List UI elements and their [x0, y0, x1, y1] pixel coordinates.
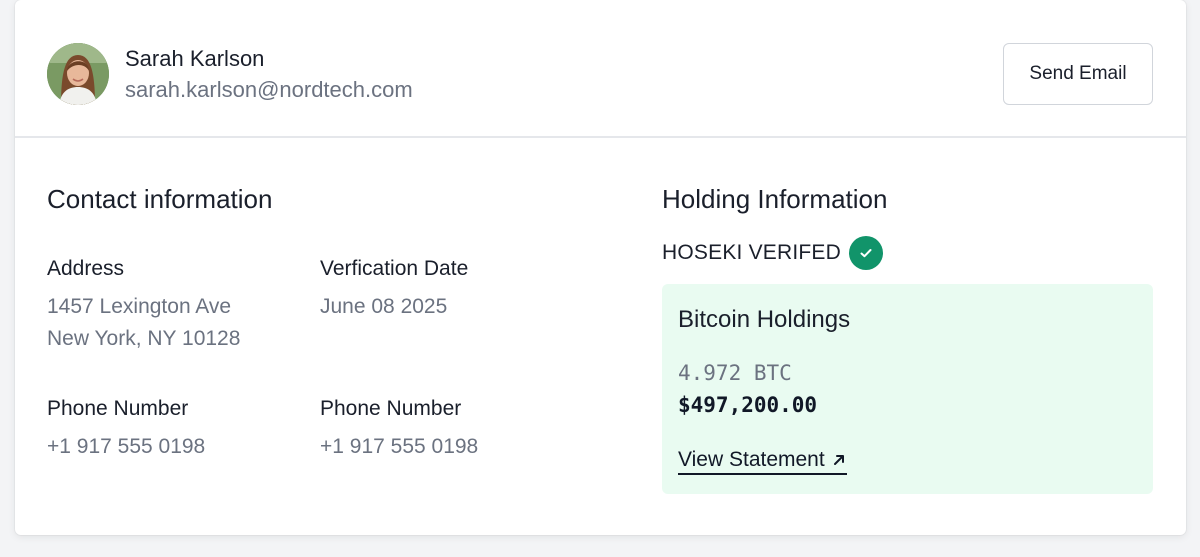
- verification-date-value: June 08 2025: [320, 295, 448, 318]
- verified-label: HOSEKI VERIFED: [662, 241, 842, 264]
- bitcoin-holdings-panel: Bitcoin Holdings 4.972 BTC $497,200.00 V…: [662, 284, 1153, 494]
- check-circle-icon: [849, 236, 884, 270]
- usd-amount: $497,200.00: [678, 393, 818, 417]
- phone-value-1: +1 917 555 0198: [47, 435, 206, 458]
- address-value: 1457 Lexington Ave New York, NY 10128: [47, 291, 240, 355]
- address-line-2: New York, NY 10128: [47, 327, 241, 350]
- avatar: [47, 43, 109, 105]
- contact-section-title: Contact information: [47, 184, 273, 214]
- profile-header: Sarah Karlson sarah.karlson@nordtech.com…: [15, 0, 1186, 138]
- view-statement-label: View Statement: [678, 448, 825, 471]
- address-line-1: 1457 Lexington Ave: [47, 295, 232, 318]
- holdings-title: Bitcoin Holdings: [678, 306, 851, 333]
- user-name: Sarah Karlson: [125, 46, 265, 71]
- send-email-button[interactable]: Send Email: [1003, 43, 1153, 105]
- verified-status: HOSEKI VERIFED: [662, 236, 884, 270]
- holding-section-title: Holding Information: [662, 184, 888, 214]
- address-label: Address: [47, 257, 125, 280]
- user-email: sarah.karlson@nordtech.com: [125, 77, 413, 102]
- btc-amount: 4.972 BTC: [678, 361, 792, 385]
- profile-card: Sarah Karlson sarah.karlson@nordtech.com…: [15, 0, 1186, 535]
- verification-date-label: Verfication Date: [320, 257, 469, 280]
- phone-value-2: +1 917 555 0198: [320, 435, 479, 458]
- arrow-up-right-icon: [831, 452, 847, 468]
- phone-label-2: Phone Number: [320, 397, 462, 420]
- phone-label-1: Phone Number: [47, 397, 189, 420]
- view-statement-link[interactable]: View Statement: [678, 448, 847, 475]
